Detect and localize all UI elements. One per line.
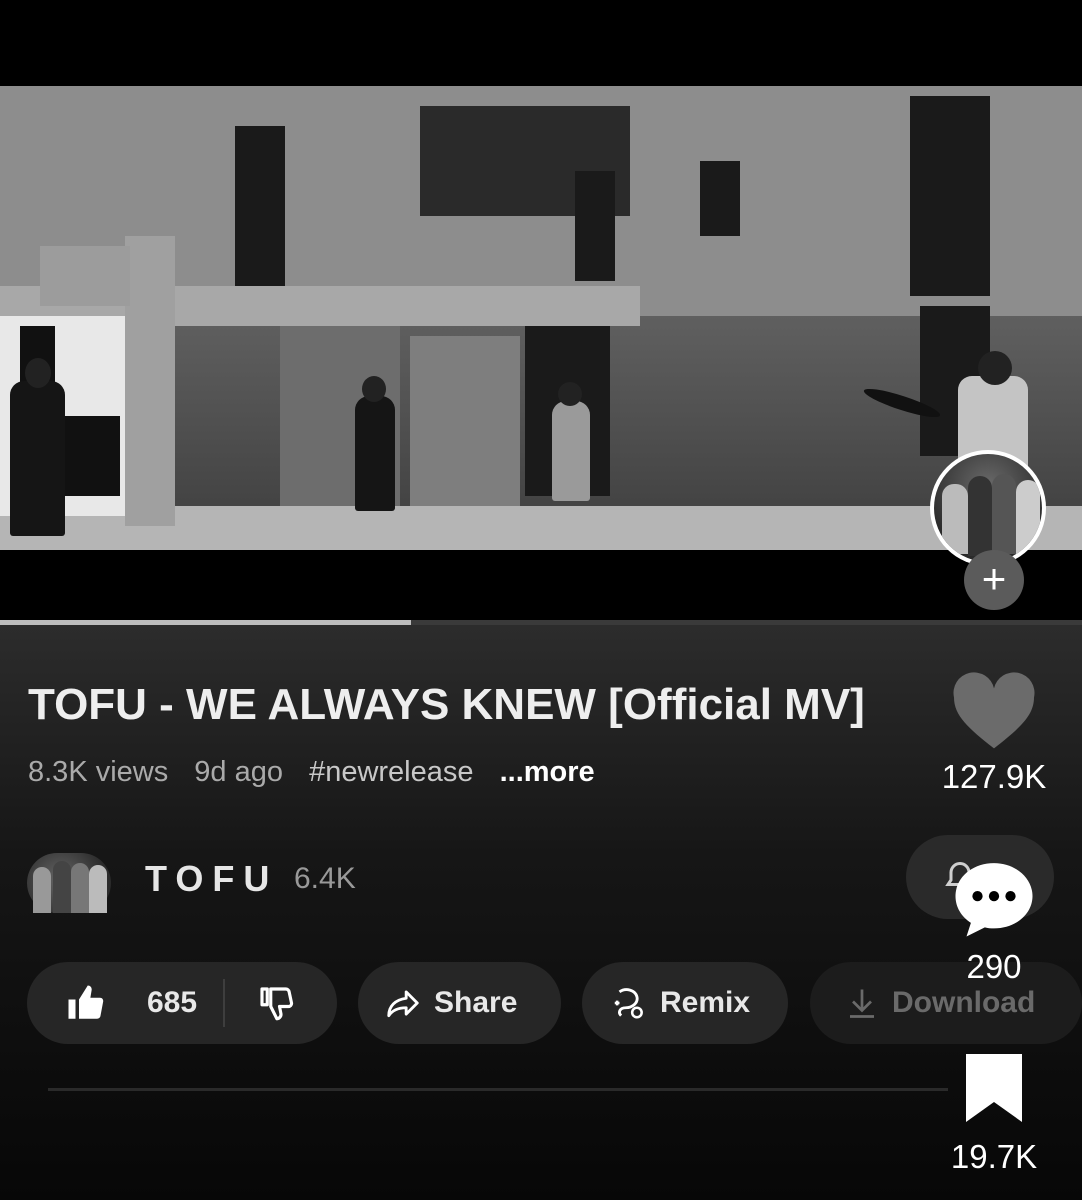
view-count: 8.3K views: [28, 756, 169, 788]
save-count: 19.7K: [950, 1138, 1038, 1175]
video-title: TOFU - WE ALWAYS KNEW [Official MV]: [28, 680, 865, 729]
subscriber-count: 6.4K: [294, 862, 356, 895]
share-arrow-icon: [384, 984, 422, 1022]
bookmark-icon[interactable]: [962, 1050, 1026, 1127]
remix-icon: [610, 984, 648, 1022]
share-button[interactable]: Share: [358, 962, 561, 1044]
like-total: 127.9K: [941, 758, 1047, 795]
channel-avatar[interactable]: [27, 853, 111, 913]
like-dislike-bar: 685: [27, 962, 337, 1044]
thumbs-up-icon[interactable]: [65, 982, 107, 1024]
divider: [48, 1088, 948, 1091]
share-label: Share: [434, 986, 518, 1019]
channel-name[interactable]: TOFU: [145, 858, 278, 900]
upload-age: 9d ago: [194, 756, 283, 788]
follow-button[interactable]: +: [964, 550, 1024, 610]
remix-label: Remix: [660, 986, 751, 1019]
video-meta[interactable]: 8.3K views 9d ago #newrelease ...more: [28, 756, 613, 789]
remix-button[interactable]: Remix: [582, 962, 788, 1044]
heart-icon[interactable]: [950, 672, 1038, 757]
like-count: 685: [147, 986, 198, 1019]
download-icon: [844, 985, 880, 1021]
video-player[interactable]: [0, 86, 1082, 550]
comment-bubble-icon[interactable]: [950, 855, 1038, 946]
download-label: Download: [892, 986, 1036, 1019]
thumbs-down-icon[interactable]: [255, 982, 297, 1024]
creator-avatar[interactable]: [930, 450, 1046, 566]
hashtag-link[interactable]: #newrelease: [309, 756, 473, 788]
pill-divider: [223, 979, 226, 1027]
more-link[interactable]: ...more: [500, 756, 595, 788]
comment-count: 290: [966, 948, 1022, 985]
